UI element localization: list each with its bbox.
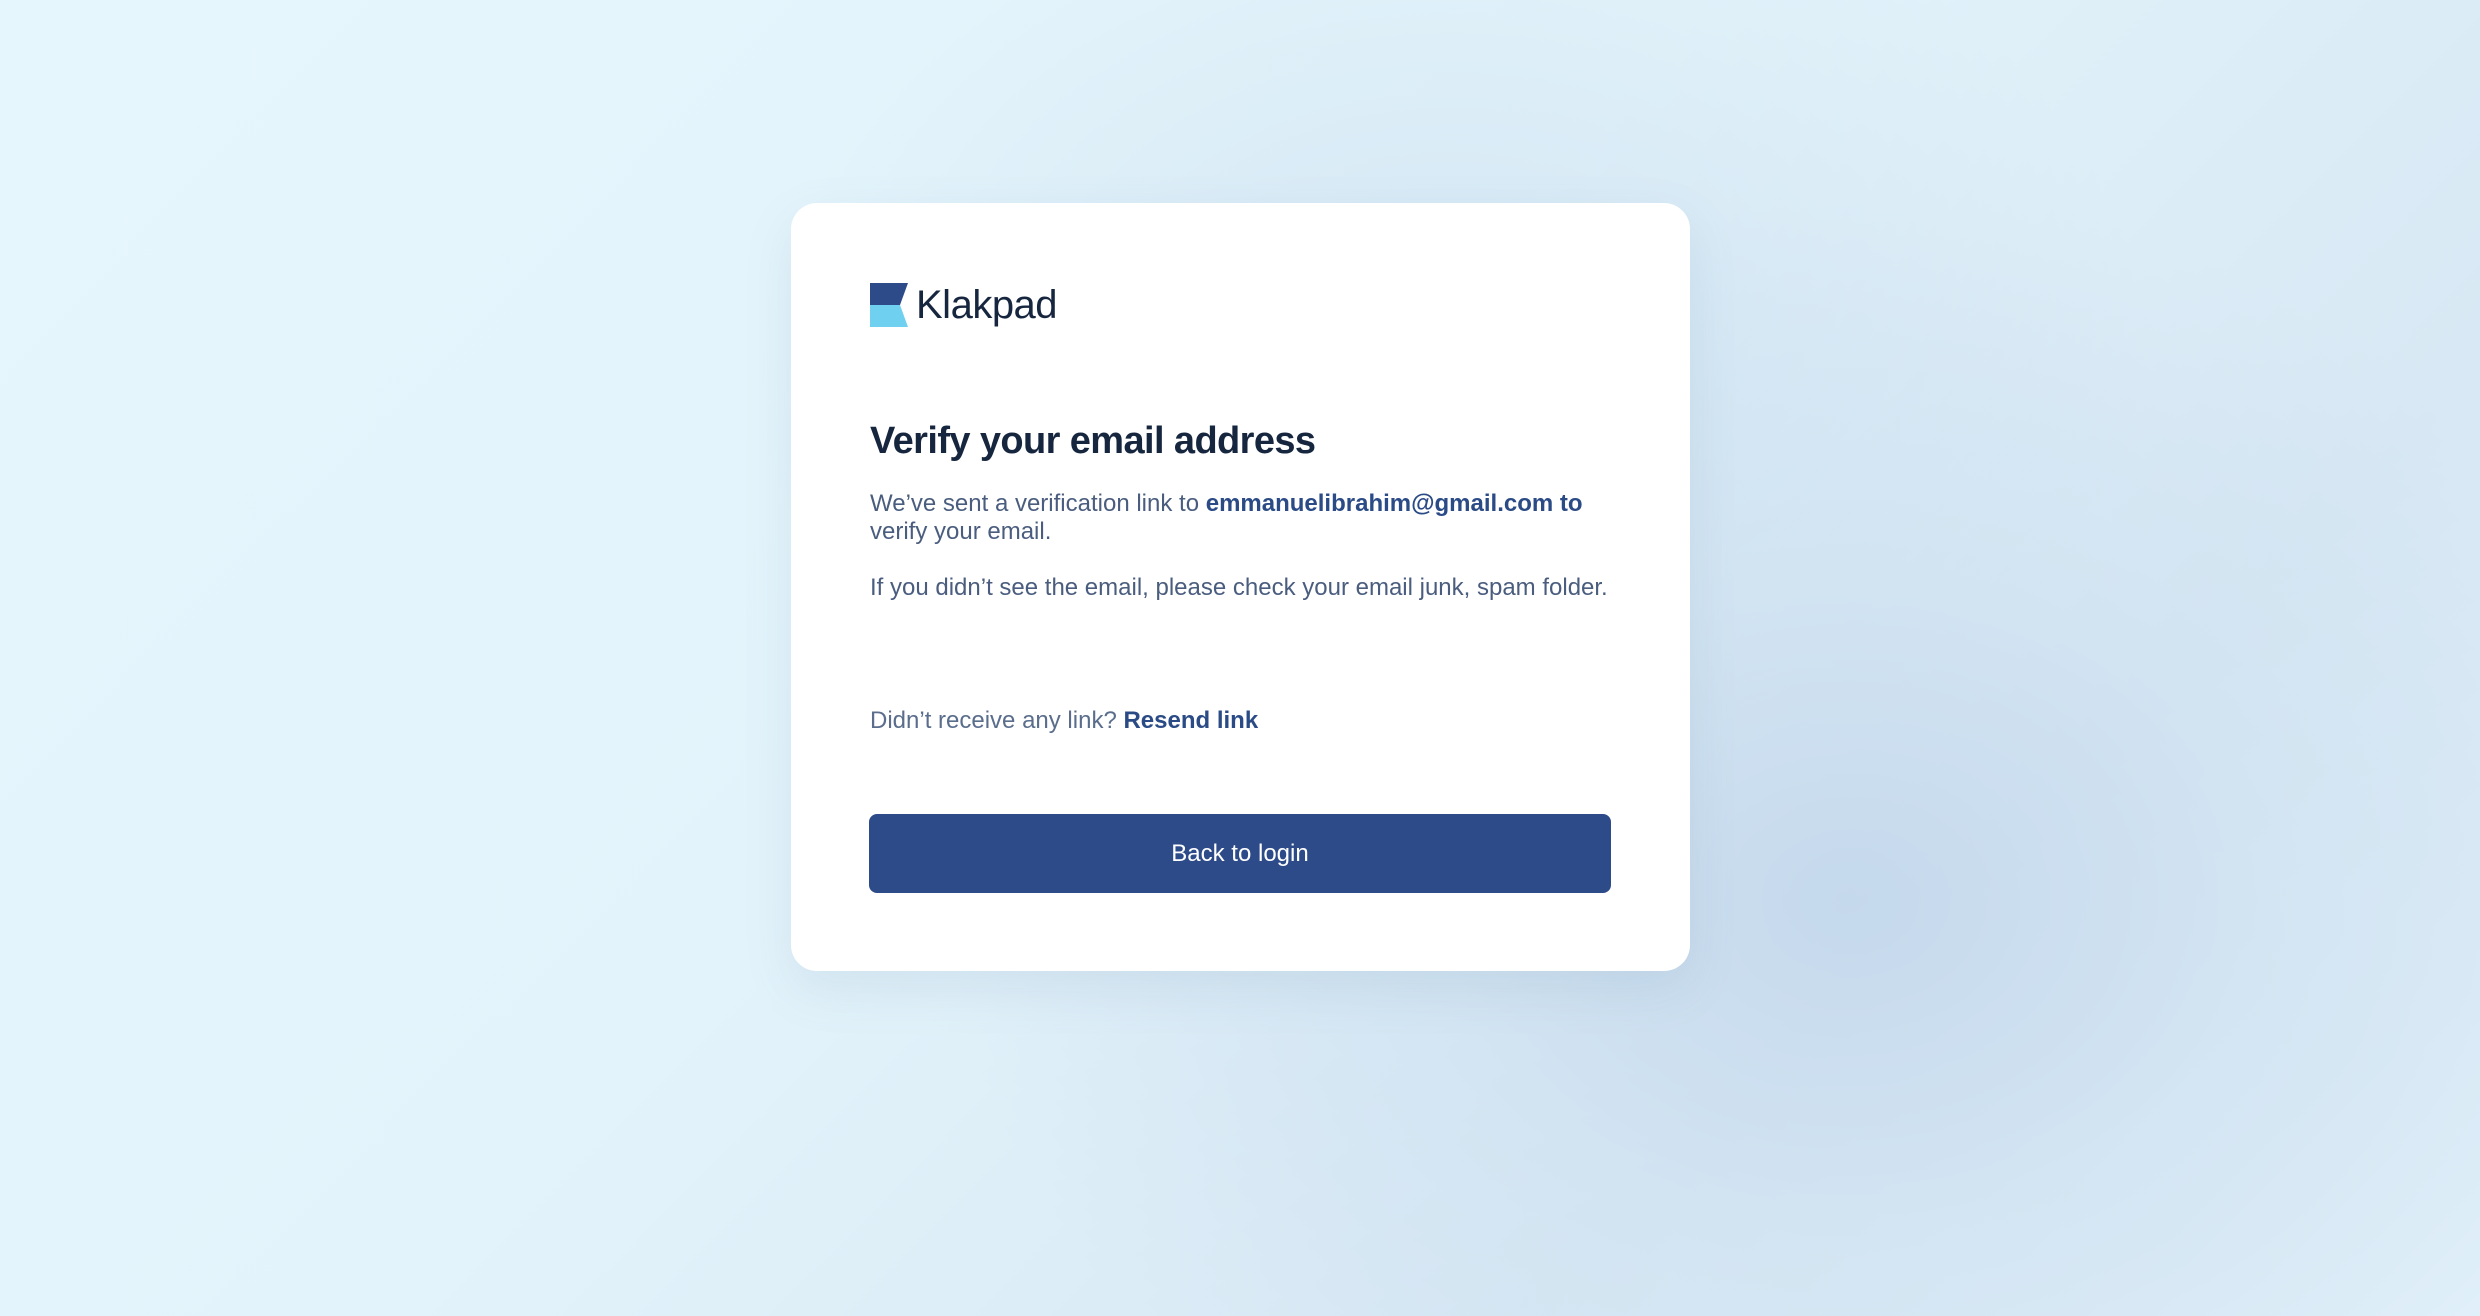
brand-logo: Klakpad xyxy=(870,282,1058,328)
brand-name: Klakpad xyxy=(916,283,1058,327)
resend-link[interactable]: Resend link xyxy=(1123,707,1258,734)
verification-message: We’ve sent a verification link to emmanu… xyxy=(870,490,1610,546)
spam-hint: If you didn’t see the email, please chec… xyxy=(870,574,1608,601)
page-title: Verify your email address xyxy=(870,420,1316,462)
resend-row: Didn’t receive any link? Resend link xyxy=(870,707,1258,735)
verify-email-card: Klakpad Verify your email address We’ve … xyxy=(791,203,1690,971)
back-to-login-button[interactable]: Back to login xyxy=(869,814,1611,893)
klakpad-logo-icon xyxy=(870,283,908,327)
email-address: emmanuelibrahim@gmail.com to xyxy=(1205,490,1583,517)
verification-message-suffix: verify your email. xyxy=(870,518,1052,545)
verification-message-prefix: We’ve sent a verification link to xyxy=(870,490,1206,517)
resend-prompt: Didn’t receive any link? xyxy=(870,707,1117,734)
